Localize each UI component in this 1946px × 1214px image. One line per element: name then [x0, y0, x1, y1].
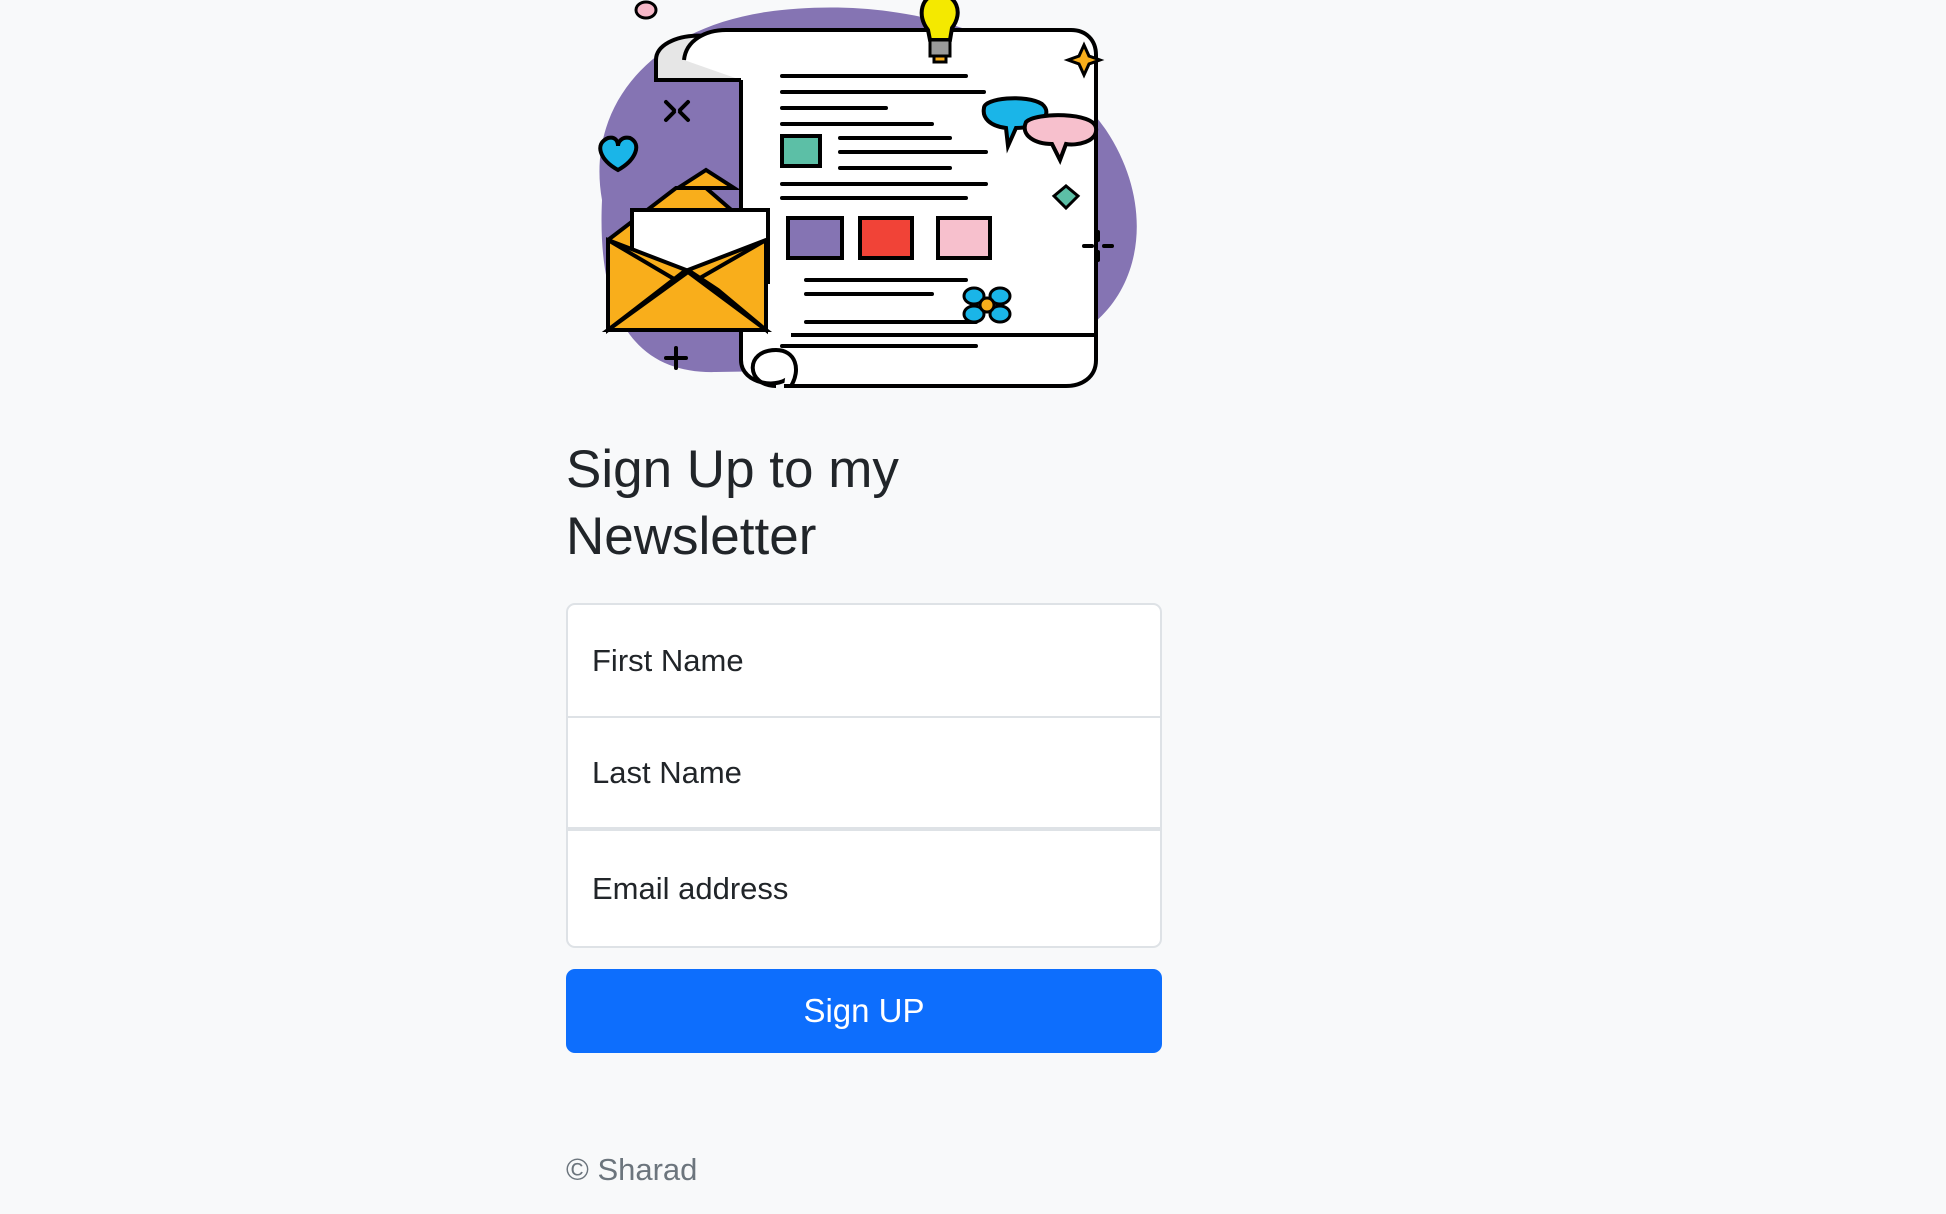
last-name-field-wrapper [566, 718, 1162, 831]
input-group [566, 603, 1162, 948]
page-title: Sign Up to my Newsletter [566, 440, 899, 566]
page: Sign Up to my Newsletter Sign UP © Shara… [0, 0, 1946, 1214]
first-name-input[interactable] [568, 605, 1160, 716]
email-input[interactable] [568, 831, 1160, 946]
footer-copyright: © Sharad [566, 1152, 698, 1187]
email-field-wrapper [566, 831, 1162, 948]
newsletter-illustration-icon [598, 0, 1137, 388]
last-name-input[interactable] [568, 718, 1160, 827]
first-name-field-wrapper [566, 603, 1162, 718]
sign-up-button[interactable]: Sign UP [566, 969, 1162, 1053]
